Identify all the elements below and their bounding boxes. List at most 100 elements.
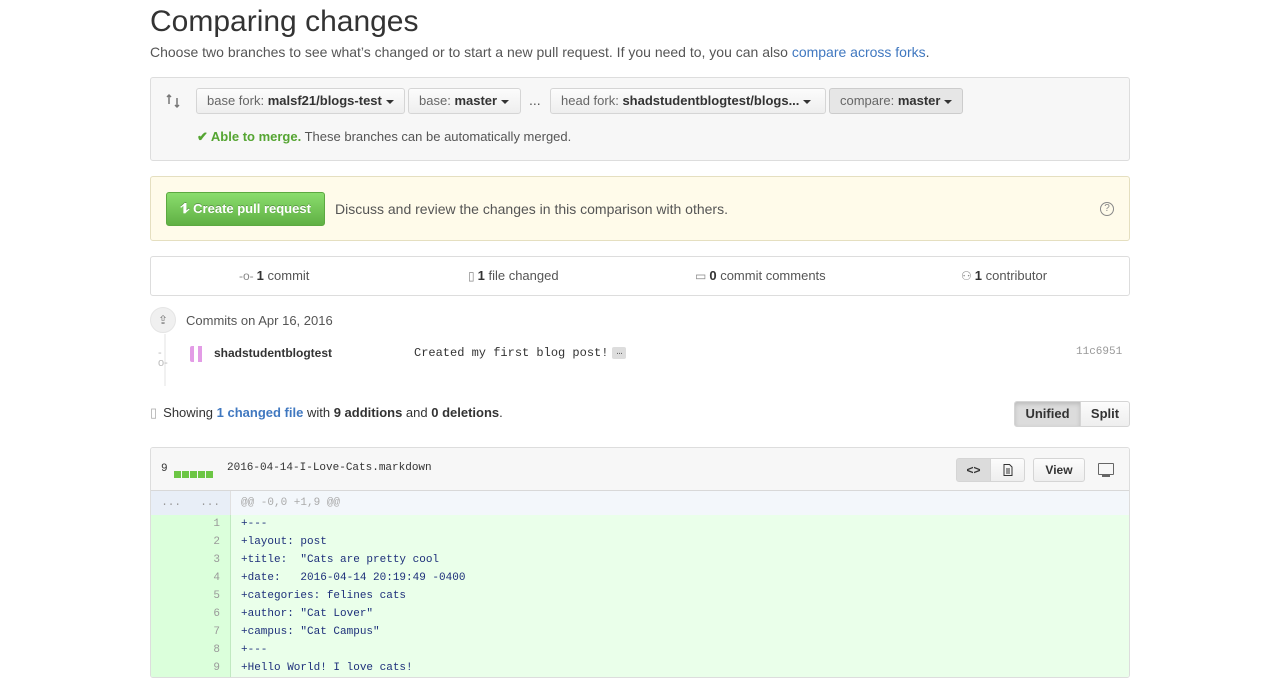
compare-label: compare: bbox=[840, 93, 895, 108]
base-fork-value: malsf21/blogs-test bbox=[267, 93, 382, 108]
diff-line-code: +--- bbox=[241, 644, 268, 656]
commit-sha[interactable]: 11c6951 bbox=[1076, 346, 1122, 358]
diff-summary: ▯ Showing 1 changed file with 9 additions… bbox=[150, 405, 503, 421]
new-line-number[interactable]: 1 bbox=[191, 515, 231, 533]
hunk-header: @@ -0,0 +1,9 @@ bbox=[241, 497, 341, 509]
flash-text: Discuss and review the changes in this c… bbox=[335, 201, 728, 217]
comment-icon: ▭ bbox=[695, 269, 707, 283]
head-fork-label: head fork: bbox=[561, 93, 619, 108]
diff-line-code: +--- bbox=[241, 518, 268, 530]
file-icon: ▯ bbox=[150, 405, 158, 420]
new-line-number[interactable]: 4 bbox=[191, 569, 231, 587]
base-branch-select[interactable]: base: master bbox=[408, 88, 521, 114]
commit-icon: -o- bbox=[239, 269, 254, 283]
comments-tab[interactable]: ▭ 0 commit comments bbox=[695, 268, 826, 283]
base-value: master bbox=[454, 93, 498, 108]
commits-tab[interactable]: -o- 1 commit bbox=[239, 268, 309, 283]
diff-line-row: 8 +--- bbox=[151, 641, 1129, 659]
file-change-count: 9 bbox=[161, 463, 168, 475]
question-icon[interactable]: ? bbox=[1100, 202, 1114, 216]
file-diff: 9 2016-04-14-I-Love-Cats.markdown <> Vie… bbox=[150, 447, 1130, 678]
new-line-number[interactable]: 9 bbox=[191, 659, 231, 677]
contributors-count: 1 bbox=[974, 268, 982, 283]
create-pull-request-button[interactable]: ⥮ Create pull request bbox=[166, 192, 325, 226]
summary-and: and bbox=[402, 405, 432, 420]
expand-down-button[interactable]: ... bbox=[191, 491, 231, 515]
page-title: Comparing changes bbox=[150, 5, 419, 38]
view-file-button[interactable]: View bbox=[1033, 458, 1085, 482]
new-line-number[interactable]: 8 bbox=[191, 641, 231, 659]
old-line-number[interactable] bbox=[151, 587, 191, 605]
old-line-number[interactable] bbox=[151, 533, 191, 551]
new-line-number[interactable]: 7 bbox=[191, 623, 231, 641]
expand-message-button[interactable]: … bbox=[612, 346, 627, 359]
comments-label: commit comments bbox=[720, 268, 826, 283]
old-line-number[interactable] bbox=[151, 659, 191, 677]
chevron-down-icon bbox=[385, 99, 394, 104]
pull-request-flash: ⥮ Create pull request Discuss and review… bbox=[150, 176, 1130, 241]
check-icon: ✔ bbox=[197, 129, 208, 144]
files-tab[interactable]: ▯ 1 file changed bbox=[468, 268, 559, 283]
diff-table: ...... @@ -0,0 +1,9 @@ 1 +--- 2 +layout: pos… bbox=[151, 491, 1129, 677]
diff-line-row: 4 +date: 2016-04-14 20:19:49 -0400 bbox=[151, 569, 1129, 587]
diff-line-code: +layout: post bbox=[241, 536, 327, 548]
diff-line-row: 9 +Hello World! I love cats! bbox=[151, 659, 1129, 677]
base-label: base: bbox=[419, 93, 451, 108]
commits-count: 1 bbox=[256, 268, 264, 283]
diff-line-code: +date: 2016-04-14 20:19:49 -0400 bbox=[241, 572, 466, 584]
new-line-number[interactable]: 6 bbox=[191, 605, 231, 623]
range-separator: ... bbox=[529, 92, 541, 108]
create-pull-request-label: Create pull request bbox=[193, 201, 311, 216]
pull-request-icon: ⥮ bbox=[180, 201, 194, 216]
commit-message-text[interactable]: Created my first blog post! bbox=[414, 346, 608, 360]
changed-files-link[interactable]: 1 changed file bbox=[217, 405, 304, 420]
summary-middle: with bbox=[303, 405, 334, 420]
new-line-number[interactable]: 3 bbox=[191, 551, 231, 569]
old-line-number[interactable] bbox=[151, 641, 191, 659]
avatar[interactable] bbox=[190, 346, 206, 362]
subtitle-suffix: . bbox=[925, 44, 930, 60]
file-name[interactable]: 2016-04-14-I-Love-Cats.markdown bbox=[227, 462, 432, 474]
code-icon[interactable]: <> bbox=[956, 458, 991, 482]
old-line-number[interactable] bbox=[151, 605, 191, 623]
chevron-down-icon bbox=[944, 99, 953, 104]
unified-view-button[interactable]: Unified bbox=[1014, 401, 1081, 427]
chevron-down-icon bbox=[803, 99, 812, 104]
diff-line-code: +title: "Cats are pretty cool bbox=[241, 554, 440, 566]
hunk-header-row: ...... @@ -0,0 +1,9 @@ bbox=[151, 491, 1129, 515]
diffstat-blocks bbox=[174, 465, 214, 481]
file-diff-icon: ▯ bbox=[468, 269, 475, 283]
diff-line-row: 5 +categories: felines cats bbox=[151, 587, 1129, 605]
head-fork-select[interactable]: head fork: shadstudentblogtest/blogs... bbox=[550, 88, 826, 114]
subtitle-text: Choose two branches to see what’s change… bbox=[150, 44, 792, 60]
merge-status: ✔ Able to merge. These branches can be au… bbox=[197, 129, 571, 145]
diff-line-row: 3 +title: "Cats are pretty cool bbox=[151, 551, 1129, 569]
new-line-number[interactable]: 5 bbox=[191, 587, 231, 605]
commits-label: commit bbox=[267, 268, 310, 283]
desktop-icon[interactable] bbox=[1098, 463, 1114, 477]
expand-up-button[interactable]: ... bbox=[151, 491, 191, 515]
new-line-number[interactable]: 2 bbox=[191, 533, 231, 551]
old-line-number[interactable] bbox=[151, 623, 191, 641]
merge-status-text: These branches can be automatically merg… bbox=[304, 129, 572, 144]
diff-line-row: 1 +--- bbox=[151, 515, 1129, 533]
commit-message: Created my first blog post! … bbox=[414, 346, 627, 360]
rich-diff-button[interactable] bbox=[990, 458, 1025, 482]
commit-author[interactable]: shadstudentblogtest bbox=[214, 346, 332, 360]
diff-line-code: +categories: felines cats bbox=[241, 590, 407, 602]
compare-branch-select[interactable]: compare: master bbox=[829, 88, 963, 114]
old-line-number[interactable] bbox=[151, 515, 191, 533]
contributors-tab[interactable]: ⚇ 1 contributor bbox=[961, 268, 1047, 283]
deletions-count: 0 deletions bbox=[431, 405, 500, 420]
diff-line-code: +campus: "Cat Campus" bbox=[241, 626, 380, 638]
old-line-number[interactable] bbox=[151, 569, 191, 587]
git-compare-icon bbox=[166, 93, 180, 109]
files-label: file changed bbox=[488, 268, 559, 283]
compare-across-forks-link[interactable]: compare across forks bbox=[792, 44, 926, 60]
old-line-number[interactable] bbox=[151, 551, 191, 569]
diff-line-row: 2 +layout: post bbox=[151, 533, 1129, 551]
commit-node-icon: -o- bbox=[158, 347, 168, 369]
base-fork-select[interactable]: base fork: malsf21/blogs-test bbox=[196, 88, 405, 114]
organization-icon: ⚇ bbox=[961, 269, 972, 283]
split-view-button[interactable]: Split bbox=[1080, 401, 1130, 427]
